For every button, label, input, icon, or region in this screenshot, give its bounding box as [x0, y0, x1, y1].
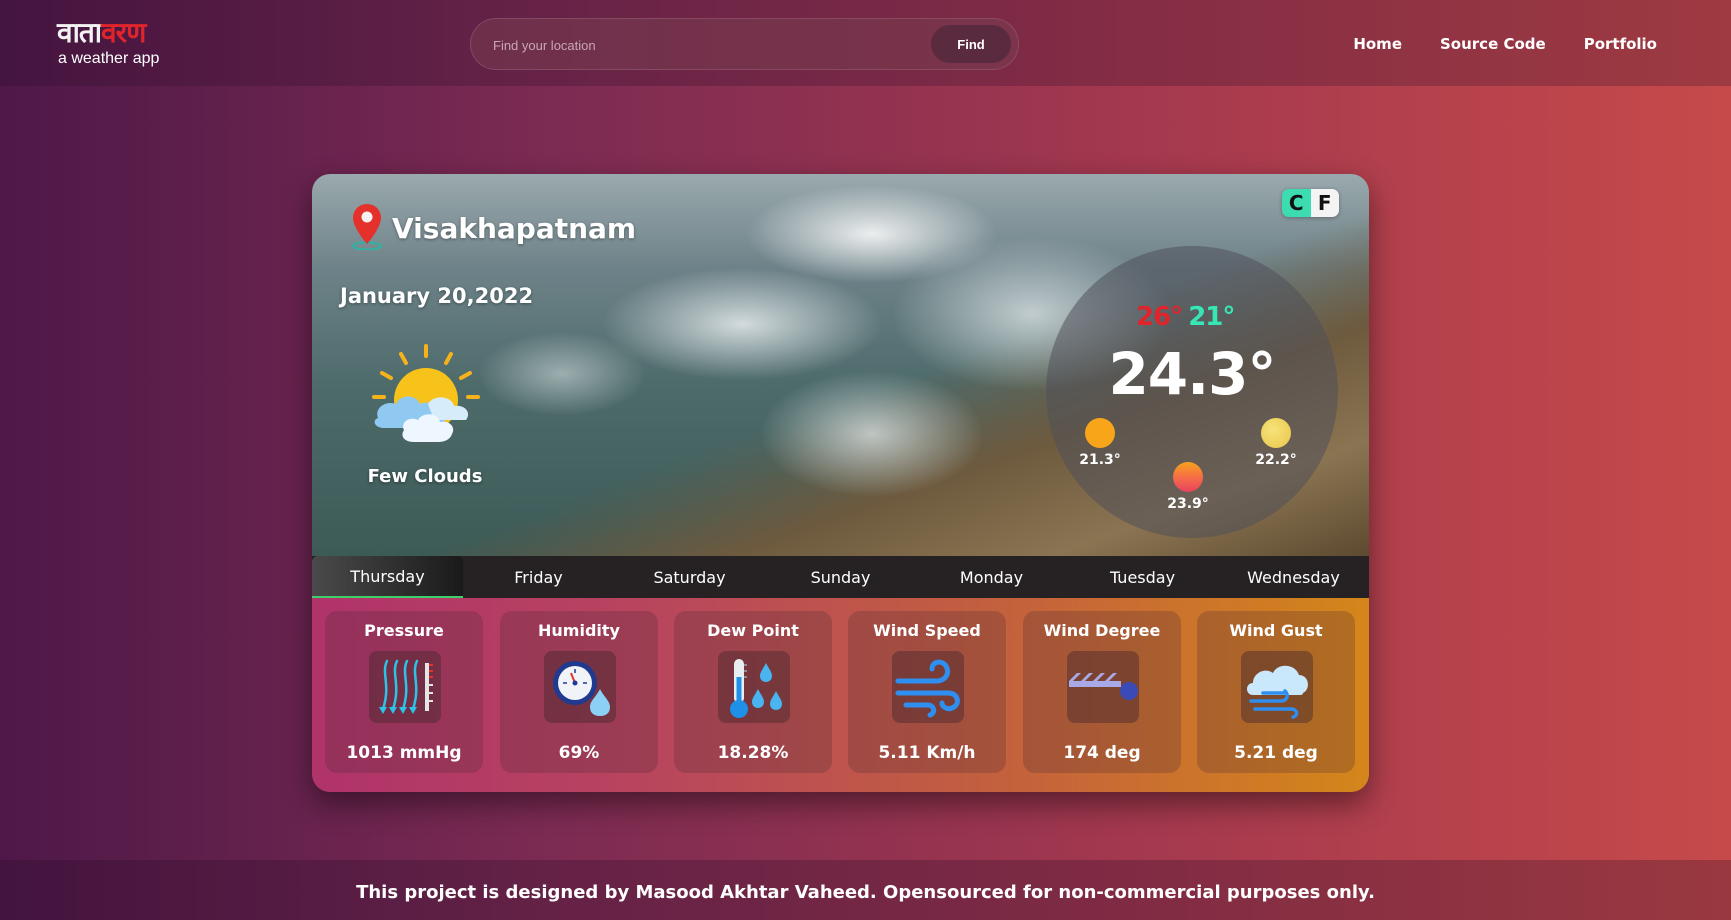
tab-wednesday[interactable]: Wednesday [1218, 556, 1369, 598]
stat-wind-degree: Wind Degree 174 deg [1023, 611, 1181, 773]
fahrenheit-button[interactable]: F [1310, 189, 1339, 217]
location-pin-icon [350, 202, 384, 254]
sun-behind-clouds-icon [368, 342, 484, 456]
app-header: वातावरण a weather app Find Home Source C… [0, 0, 1731, 86]
thermometer-drops-icon [718, 651, 790, 723]
stat-label: Humidity [538, 621, 620, 640]
stat-dew-point: Dew Point 18.28% [674, 611, 832, 773]
temperature-panel: 26° 21° 24.3° 21.3° 23.9° 22.2° [1046, 246, 1338, 538]
logo-title-part1: वाता [57, 16, 102, 49]
high-low-temps: 26° 21° [1136, 302, 1235, 332]
wind-icon [892, 651, 964, 723]
tab-tuesday[interactable]: Tuesday [1067, 556, 1218, 598]
day-tabs: Thursday Friday Saturday Sunday Monday T… [312, 556, 1369, 598]
stat-value: 18.28% [717, 743, 789, 763]
stat-label: Wind Degree [1043, 621, 1161, 640]
stat-value: 174 deg [1063, 743, 1141, 763]
stat-label: Wind Speed [873, 621, 981, 640]
night-temp-value: 22.2° [1255, 452, 1297, 468]
stat-wind-speed: Wind Speed 5.11 Km/h [848, 611, 1006, 773]
sunset-icon [1173, 462, 1203, 492]
location-search-input[interactable] [491, 31, 935, 59]
wind-direction-icon [1067, 651, 1139, 723]
logo-subtitle: a weather app [58, 50, 160, 67]
logo-title: वातावरण [57, 18, 159, 48]
logo-title-part2: वरण [101, 16, 146, 49]
current-temperature: 24.3° [1108, 340, 1276, 408]
location: Visakhapatnam [350, 202, 636, 254]
search-bar: Find [470, 18, 1019, 70]
nav-source-code-link[interactable]: Source Code [1440, 35, 1546, 53]
temp-high: 26° [1136, 302, 1183, 332]
stat-value: 1013 mmHg [346, 743, 462, 763]
humidity-gauge-icon [544, 651, 616, 723]
pressure-icon [369, 651, 441, 723]
stat-label: Dew Point [707, 621, 799, 640]
logo[interactable]: वातावरण a weather app [57, 18, 159, 68]
stat-humidity: Humidity 69% [500, 611, 658, 773]
celsius-button[interactable]: C [1282, 189, 1311, 217]
evening-temp: 23.9° [1158, 462, 1218, 512]
tab-thursday[interactable]: Thursday [312, 556, 463, 598]
tab-saturday[interactable]: Saturday [614, 556, 765, 598]
current-date: January 20,2022 [340, 284, 534, 308]
location-name: Visakhapatnam [392, 211, 637, 245]
find-button[interactable]: Find [931, 25, 1011, 63]
tab-monday[interactable]: Monday [916, 556, 1067, 598]
weather-description: Few Clouds [367, 466, 483, 487]
stat-value: 69% [558, 743, 600, 763]
sun-icon [1085, 418, 1115, 448]
footer: This project is designed by Masood Akhta… [0, 860, 1731, 920]
moon-icon [1261, 418, 1291, 448]
temp-low: 21° [1188, 302, 1235, 332]
night-temp: 22.2° [1246, 418, 1306, 468]
morning-temp: 21.3° [1070, 418, 1130, 468]
stat-wind-gust: Wind Gust 5.21 deg [1197, 611, 1355, 773]
stat-label: Pressure [364, 621, 444, 640]
nav-portfolio-link[interactable]: Portfolio [1584, 35, 1657, 53]
stat-pressure: Pressure 1013 mmHg [325, 611, 483, 773]
tab-sunday[interactable]: Sunday [765, 556, 916, 598]
cloud-wind-icon [1241, 651, 1313, 723]
nav-home-link[interactable]: Home [1353, 35, 1402, 53]
tab-friday[interactable]: Friday [463, 556, 614, 598]
stat-label: Wind Gust [1229, 621, 1323, 640]
weather-card: Visakhapatnam January 20,2022 Few Clouds… [312, 174, 1369, 792]
footer-text: This project is designed by Masood Akhta… [356, 882, 1375, 903]
top-nav: Home Source Code Portfolio [1353, 35, 1657, 53]
weather-hero: Visakhapatnam January 20,2022 Few Clouds… [312, 174, 1369, 556]
stat-value: 5.21 deg [1234, 743, 1318, 763]
weather-details: Pressure 1013 mmHg Humidity 69% Dew Poin… [312, 598, 1369, 792]
evening-temp-value: 23.9° [1167, 496, 1209, 512]
unit-toggle[interactable]: C F [1282, 189, 1339, 217]
morning-temp-value: 21.3° [1079, 452, 1121, 468]
stat-value: 5.11 Km/h [878, 743, 976, 763]
